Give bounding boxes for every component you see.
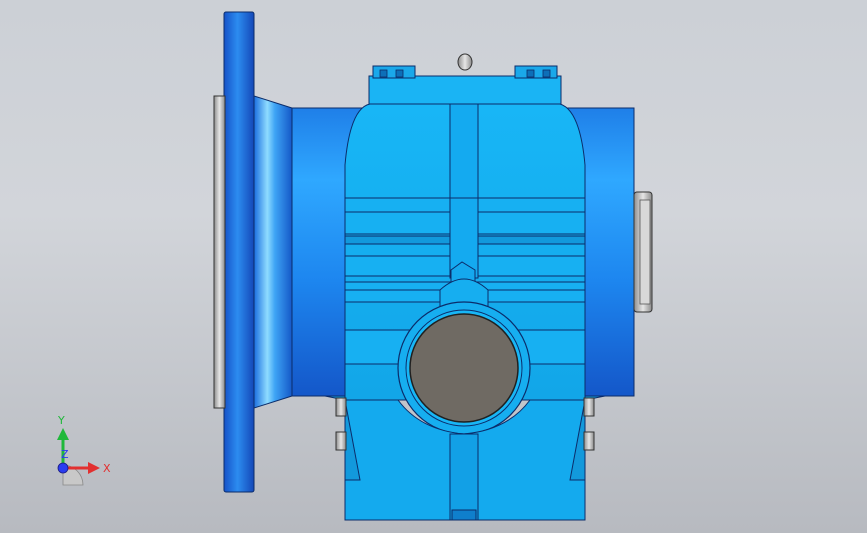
x-axis-label: X [103,462,111,475]
output-bore[interactable] [409,313,519,423]
z-axis-dot [57,462,69,474]
breather-plug [457,53,473,71]
coordinate-triad: Y X Z [57,414,111,486]
y-axis-label: Y [57,414,65,427]
output-flange[interactable] [213,11,293,493]
graphics-viewport[interactable]: Y X Z [0,0,867,533]
gear-reducer-model[interactable] [0,0,867,533]
z-axis-label: Z [61,448,69,461]
gear-housing[interactable] [344,53,586,435]
